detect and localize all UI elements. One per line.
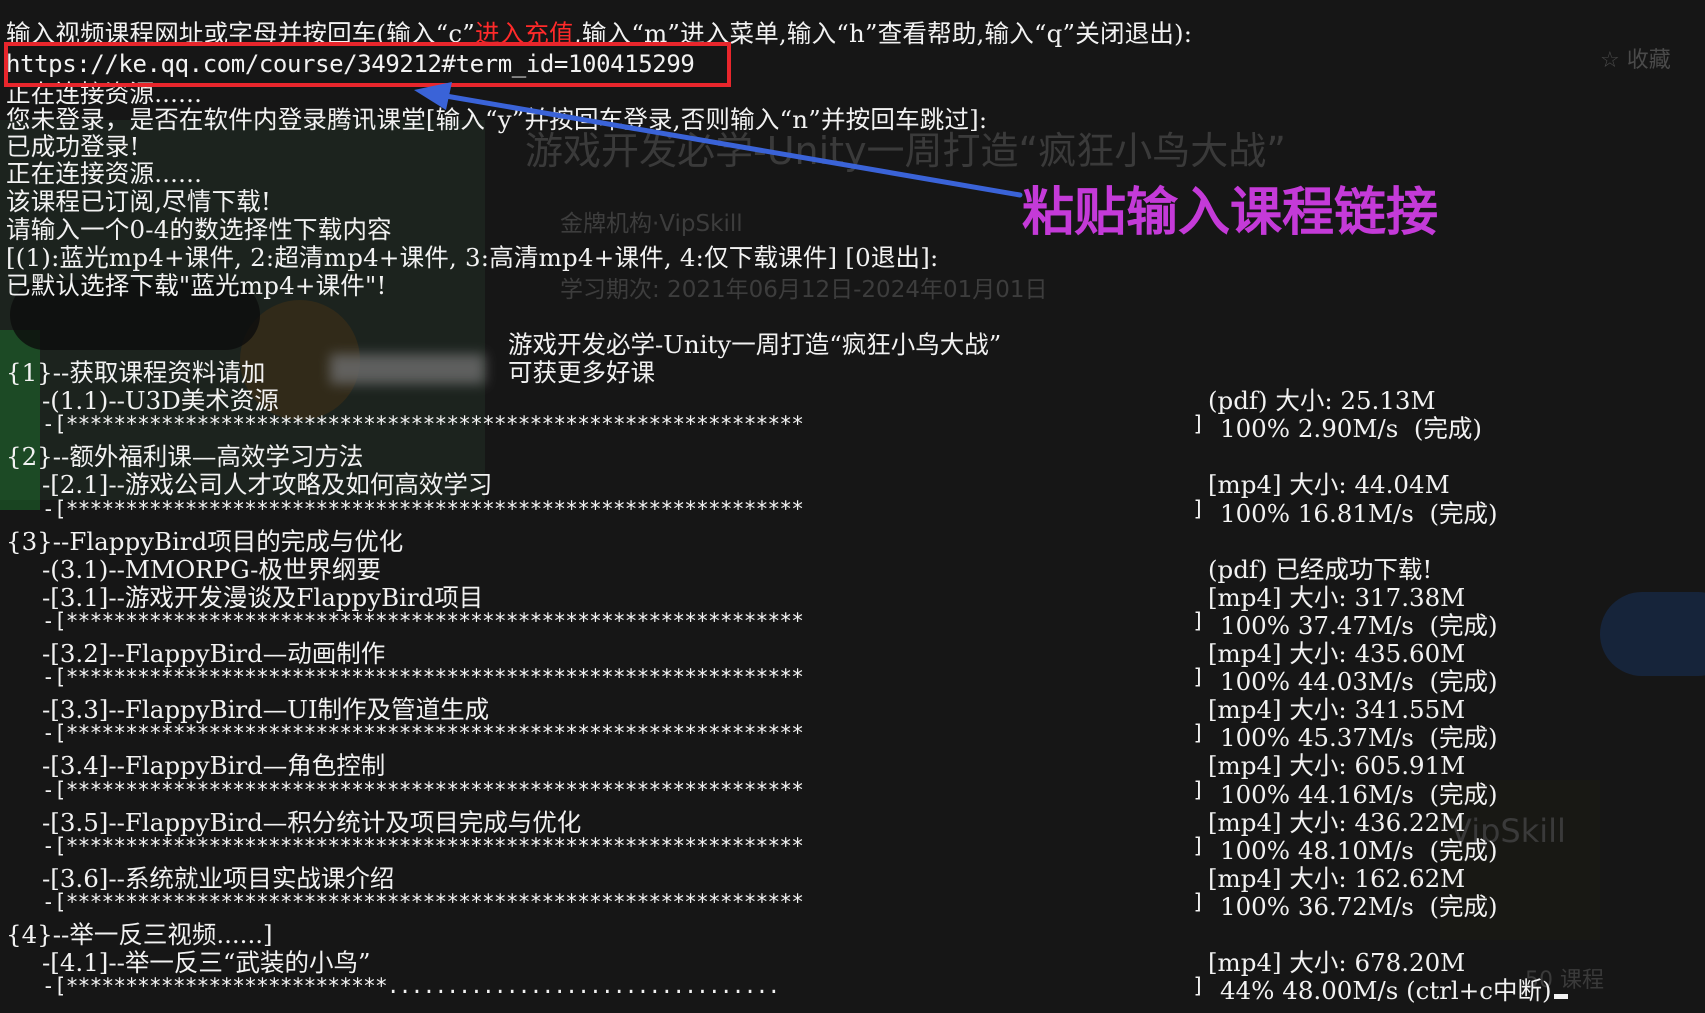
terminal-window[interactable]: 输入视频课程网址或字母并按回车(输入“c”进入充值,输入“m”进入菜单,输入“h… bbox=[0, 0, 1705, 1013]
annotation-arrow bbox=[414, 82, 1023, 198]
paste-url-annotation: 粘贴输入课程链接 bbox=[1022, 183, 1439, 243]
